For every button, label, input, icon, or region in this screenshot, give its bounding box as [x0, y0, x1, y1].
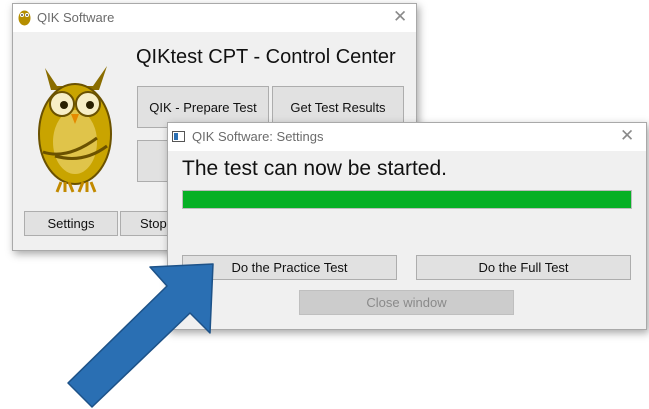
settings-window-title: QIK Software: Settings	[192, 129, 324, 144]
owl-mascot-icon	[27, 60, 123, 194]
progress-fill	[183, 191, 631, 208]
main-close-icon[interactable]: ✕	[393, 7, 407, 27]
window-icon	[172, 131, 185, 142]
app-icon	[17, 9, 32, 26]
settings-dialog: QIK Software: Settings ✕ The test can no…	[167, 122, 647, 330]
main-window-title: QIK Software	[37, 10, 115, 25]
full-test-button[interactable]: Do the Full Test	[416, 255, 631, 280]
settings-close-icon[interactable]: ✕	[620, 126, 634, 146]
settings-titlebar: QIK Software: Settings ✕	[168, 123, 646, 151]
status-message: The test can now be started.	[182, 157, 447, 180]
control-center-heading: QIKtest CPT - Control Center	[136, 46, 396, 68]
main-titlebar: QIK Software ✕	[13, 4, 416, 32]
close-window-button[interactable]: Close window	[299, 290, 514, 315]
settings-button[interactable]: Settings	[24, 211, 118, 236]
practice-test-button[interactable]: Do the Practice Test	[182, 255, 397, 280]
progress-bar	[182, 190, 632, 209]
